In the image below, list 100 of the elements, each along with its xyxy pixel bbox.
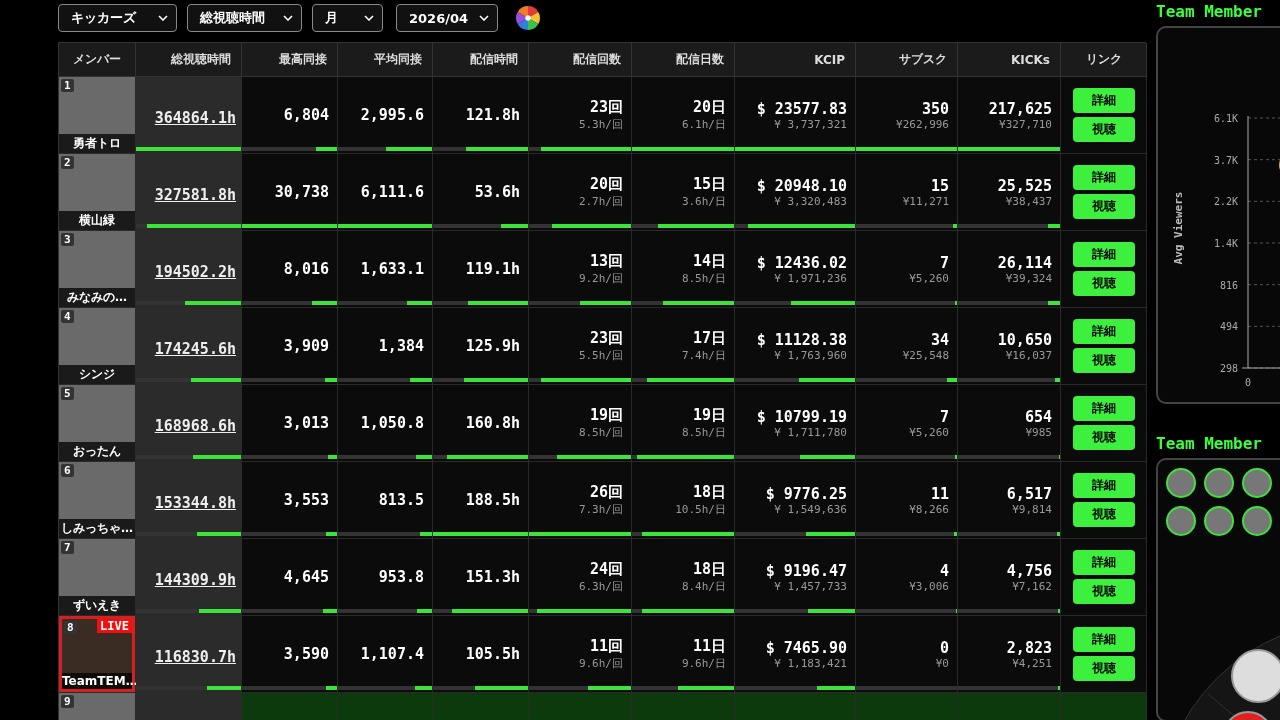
member-name: みなみの… bbox=[59, 288, 135, 307]
link-button[interactable]: 視聴 bbox=[1072, 117, 1135, 142]
link-button[interactable]: 詳細 bbox=[1072, 550, 1135, 575]
metric-value: 1,633.1 bbox=[360, 260, 424, 278]
metric-value: 20日 bbox=[692, 98, 726, 117]
metric-value: $ 9196.47 bbox=[765, 561, 847, 580]
link-button[interactable]: 詳細 bbox=[1072, 319, 1135, 344]
total-watch-time-link[interactable]: 144309.9h bbox=[154, 571, 236, 589]
metric-subvalue: ¥327,710 bbox=[999, 117, 1052, 131]
metric-value: 6,804 bbox=[283, 106, 329, 124]
metric-subvalue: ¥39,324 bbox=[1005, 271, 1052, 285]
link-button[interactable]: 視聴 bbox=[1072, 194, 1135, 219]
metric-value: 3,553 bbox=[283, 491, 329, 509]
avatar-photo-placeholder[interactable]: 5 おったん bbox=[59, 385, 135, 461]
link-button[interactable]: 視聴 bbox=[1072, 502, 1135, 527]
dropdown[interactable]: 総視聴時間 bbox=[187, 4, 302, 32]
metric-value: 3,590 bbox=[283, 645, 329, 663]
avatar-photo-placeholder[interactable]: 7 ずいえき bbox=[59, 539, 135, 615]
metric-value: 217,625 bbox=[988, 99, 1052, 118]
live-badge: LIVE bbox=[97, 619, 132, 633]
metric-value: 4,645 bbox=[283, 568, 329, 586]
metric-subvalue: ¥7,162 bbox=[1012, 579, 1052, 593]
metric-value: $ 10799.19 bbox=[756, 407, 847, 426]
metric-subvalue: 9.6h/回 bbox=[578, 656, 623, 671]
metric-value: 4,756 bbox=[1006, 561, 1052, 580]
avatar-photo-placeholder[interactable]: 6 しみっちゃ… bbox=[59, 462, 135, 538]
link-button[interactable]: 視聴 bbox=[1072, 425, 1135, 450]
metric-value: $ 20948.10 bbox=[756, 176, 847, 195]
dropdown[interactable]: 月 bbox=[312, 4, 383, 32]
chevron-down-icon bbox=[364, 15, 374, 21]
metric-value: 11日 bbox=[692, 637, 726, 656]
member-avatar[interactable] bbox=[1166, 506, 1196, 536]
total-watch-time-link[interactable]: 116830.7h bbox=[154, 648, 236, 666]
member-avatar[interactable] bbox=[1204, 468, 1234, 498]
total-watch-time-link[interactable]: 194502.2h bbox=[154, 263, 236, 281]
avatar-photo-placeholder[interactable]: 4 シンジ bbox=[59, 308, 135, 384]
metric-value: 19回 bbox=[589, 406, 623, 425]
chevron-down-icon bbox=[479, 15, 489, 21]
avatar-photo-placeholder[interactable]: 3 みなみの… bbox=[59, 231, 135, 307]
y-tick-label: 816 bbox=[1219, 279, 1238, 291]
rank-badge: 1 bbox=[61, 79, 74, 92]
member-avatar[interactable] bbox=[1166, 468, 1196, 498]
total-watch-time-link[interactable]: 174245.6h bbox=[154, 340, 236, 358]
metric-subvalue: ¥8,266 bbox=[909, 502, 949, 516]
rank-badge: 5 bbox=[61, 387, 74, 400]
link-button[interactable]: 詳細 bbox=[1072, 473, 1135, 498]
metric-value: 8,016 bbox=[283, 260, 329, 278]
metric-subvalue: 9.2h/回 bbox=[578, 271, 623, 286]
metric-subvalue: 8.5h/日 bbox=[681, 271, 726, 286]
member-avatar[interactable] bbox=[1204, 506, 1234, 536]
link-button[interactable]: 詳細 bbox=[1072, 88, 1135, 113]
link-button[interactable]: 詳細 bbox=[1072, 396, 1135, 421]
y-tick-label: 2.2K bbox=[1213, 196, 1238, 208]
avatar-photo-placeholder[interactable]: 2 横山緑 bbox=[59, 154, 135, 230]
metric-subvalue: ¥ 1,549,636 bbox=[774, 502, 847, 516]
metric-value: 160.8h bbox=[465, 414, 520, 432]
link-button[interactable]: 視聴 bbox=[1072, 579, 1135, 604]
member-name: シンジ bbox=[59, 365, 135, 384]
total-watch-time-link[interactable]: 364864.1h bbox=[154, 109, 236, 127]
total-watch-time-link[interactable]: 153344.8h bbox=[154, 494, 236, 512]
metric-value: 34 bbox=[930, 330, 949, 349]
column-header: 配信日数 bbox=[632, 43, 735, 77]
avatar-photo-placeholder[interactable]: 1 勇者トロ bbox=[59, 77, 135, 153]
metric-subvalue: ¥ 1,971,236 bbox=[774, 271, 847, 285]
rank-badge: 7 bbox=[61, 541, 74, 554]
avatar-photo-placeholder[interactable]: 9 bbox=[59, 693, 135, 720]
metric-value: 10,650 bbox=[997, 330, 1052, 349]
metric-value: 18日 bbox=[692, 560, 726, 579]
total-watch-time-link[interactable]: 327581.8h bbox=[154, 186, 236, 204]
metric-value: 11 bbox=[930, 484, 949, 503]
metric-value: 24回 bbox=[589, 560, 623, 579]
member-name: しみっちゃ… bbox=[59, 519, 135, 538]
link-button[interactable]: 視聴 bbox=[1072, 656, 1135, 681]
metric-subvalue: ¥16,037 bbox=[1005, 348, 1052, 362]
metric-subvalue: ¥ 3,320,483 bbox=[774, 194, 847, 208]
rank-badge: 3 bbox=[61, 233, 74, 246]
metric-subvalue: ¥4,251 bbox=[1012, 656, 1052, 670]
link-button[interactable]: 視聴 bbox=[1072, 271, 1135, 296]
dropdown[interactable]: キッカーズ bbox=[58, 4, 177, 32]
link-button[interactable]: 詳細 bbox=[1072, 242, 1135, 267]
metric-value: 6,517 bbox=[1006, 484, 1052, 503]
link-button[interactable]: 詳細 bbox=[1072, 165, 1135, 190]
metric-value: 2,823 bbox=[1006, 638, 1052, 657]
metric-subvalue: ¥ 1,763,960 bbox=[774, 348, 847, 362]
metric-subvalue: 10.5h/日 bbox=[675, 502, 726, 517]
roulette-wheel-icon[interactable] bbox=[515, 5, 541, 31]
member-avatar[interactable] bbox=[1242, 506, 1272, 536]
metric-subvalue: ¥985 bbox=[1025, 425, 1052, 439]
metric-subvalue: 8.4h/日 bbox=[681, 579, 726, 594]
link-button[interactable]: 詳細 bbox=[1072, 627, 1135, 652]
total-watch-time-link[interactable]: 168968.6h bbox=[154, 417, 236, 435]
metric-value: 119.1h bbox=[465, 260, 520, 278]
metric-value: $ 7465.90 bbox=[765, 638, 847, 657]
column-header: 平均同接 bbox=[338, 43, 433, 77]
link-button[interactable]: 視聴 bbox=[1072, 348, 1135, 373]
metric-subvalue: ¥ 3,737,321 bbox=[774, 117, 847, 131]
metric-value: 26,114 bbox=[997, 253, 1052, 272]
metric-value: 25,525 bbox=[997, 176, 1052, 195]
member-avatar[interactable] bbox=[1242, 468, 1272, 498]
dropdown[interactable]: 2026/04 bbox=[396, 4, 498, 32]
